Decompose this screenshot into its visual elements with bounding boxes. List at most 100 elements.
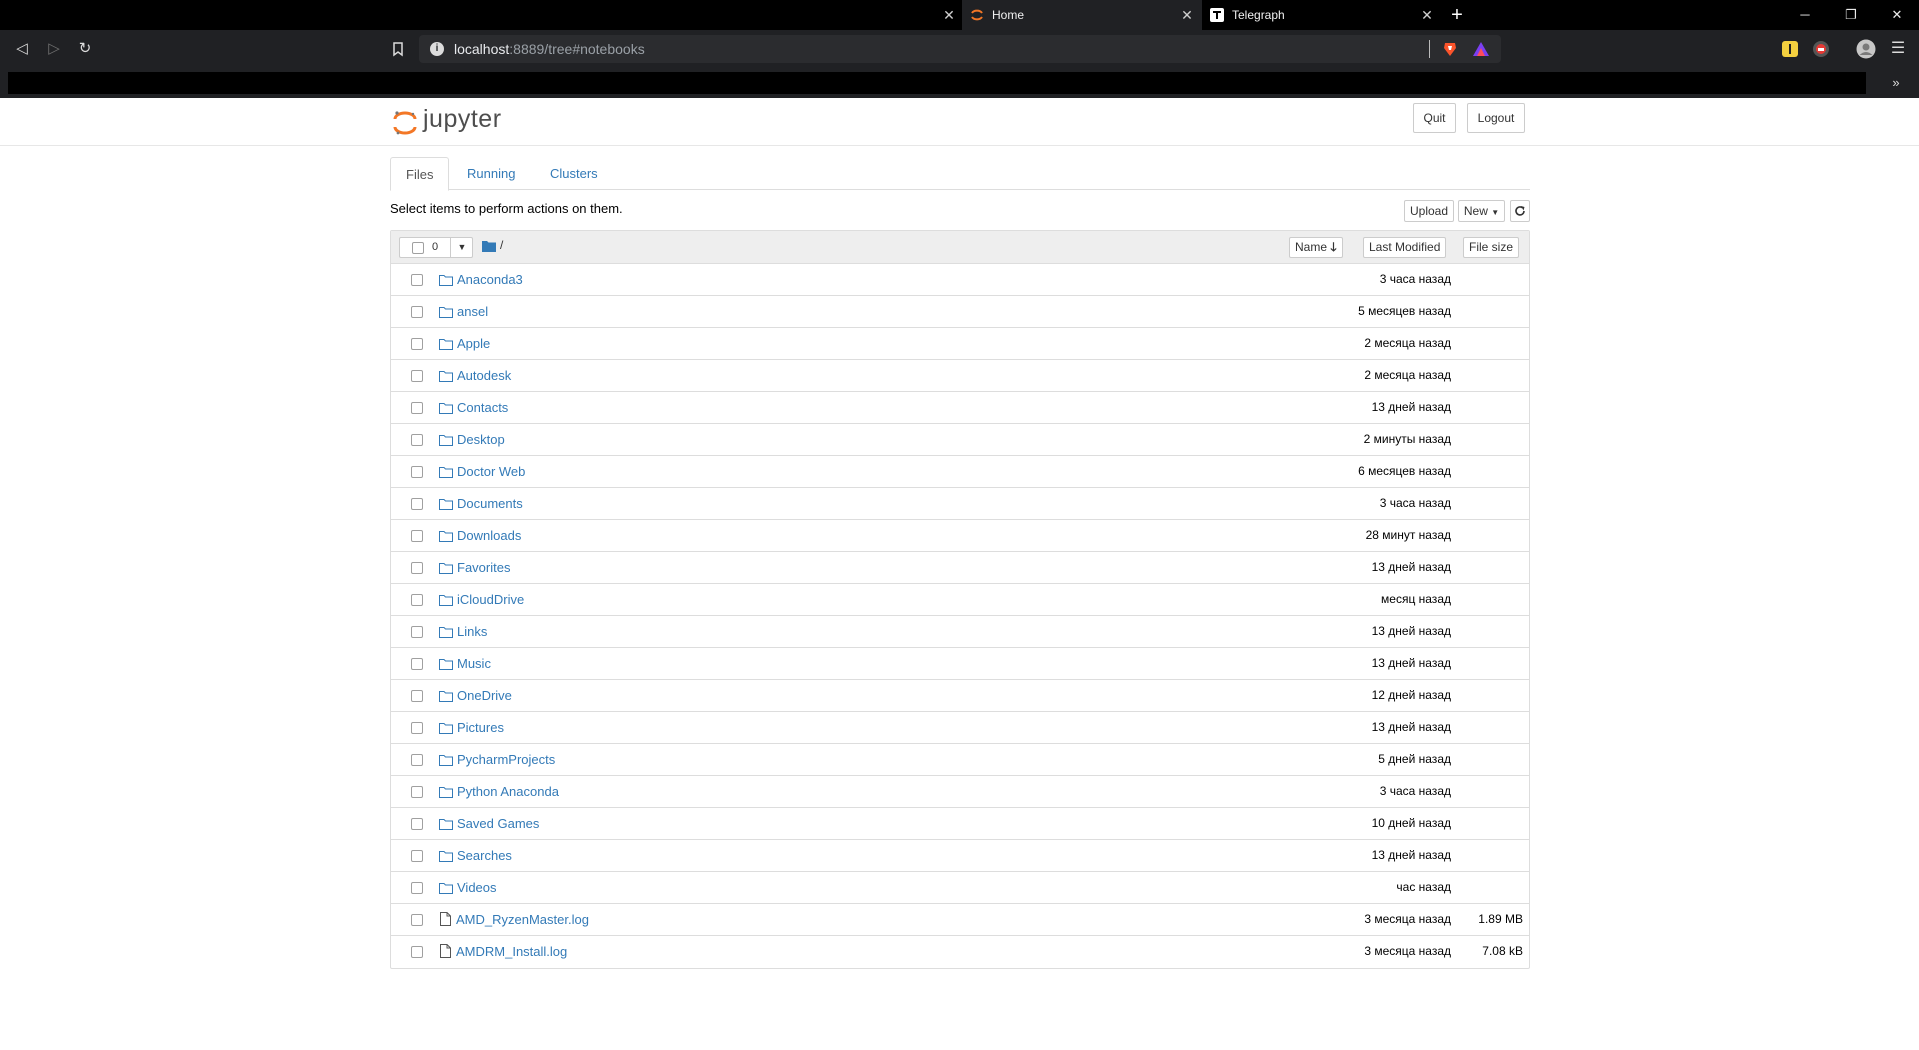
list-item[interactable]: PycharmProjects 5 дней назад xyxy=(391,744,1529,776)
extension-red-icon[interactable] xyxy=(1812,40,1830,58)
row-checkbox[interactable] xyxy=(411,658,423,670)
list-item[interactable]: Music 13 дней назад xyxy=(391,648,1529,680)
list-item[interactable]: Downloads 28 минут назад xyxy=(391,520,1529,552)
list-item[interactable]: AMD_RyzenMaster.log 3 месяца назад 1.89 MB xyxy=(391,904,1529,936)
brave-shields-icon[interactable] xyxy=(1441,40,1459,58)
folder-link[interactable]: Pictures xyxy=(457,720,504,735)
row-checkbox[interactable] xyxy=(411,562,423,574)
folder-link[interactable]: Desktop xyxy=(457,432,505,447)
tab-close-icon[interactable]: ✕ xyxy=(940,6,958,24)
extension-yellow-icon[interactable] xyxy=(1781,40,1799,58)
refresh-button[interactable] xyxy=(1510,200,1530,222)
row-checkbox[interactable] xyxy=(411,306,423,318)
row-checkbox[interactable] xyxy=(411,722,423,734)
list-item[interactable]: Contacts 13 дней назад xyxy=(391,392,1529,424)
logout-button[interactable]: Logout xyxy=(1467,103,1525,133)
upload-button[interactable]: Upload xyxy=(1404,200,1454,222)
tab-home[interactable]: Home ✕ xyxy=(962,0,1202,30)
list-item[interactable]: Searches 13 дней назад xyxy=(391,840,1529,872)
folder-link[interactable]: OneDrive xyxy=(457,688,512,703)
folder-link[interactable]: Autodesk xyxy=(457,368,511,383)
list-item[interactable]: AMDRM_Install.log 3 месяца назад 7.08 kB xyxy=(391,936,1529,968)
folder-link[interactable]: Python Anaconda xyxy=(457,784,559,799)
back-button[interactable]: ◁ xyxy=(11,38,33,60)
tab-files[interactable]: Files xyxy=(390,157,450,191)
folder-link[interactable]: ansel xyxy=(457,304,488,319)
tab-running[interactable]: Running xyxy=(452,157,530,190)
file-link[interactable]: AMDRM_Install.log xyxy=(456,944,567,959)
quit-button[interactable]: Quit xyxy=(1413,103,1456,133)
row-checkbox[interactable] xyxy=(411,466,423,478)
folder-link[interactable]: Apple xyxy=(457,336,490,351)
list-item[interactable]: Pictures 13 дней назад xyxy=(391,712,1529,744)
site-info-icon[interactable]: i xyxy=(430,42,444,56)
new-tab-button[interactable]: + xyxy=(1446,4,1468,26)
row-checkbox[interactable] xyxy=(411,338,423,350)
list-item[interactable]: iCloudDrive месяц назад xyxy=(391,584,1529,616)
address-bar[interactable]: i localhost:8889/tree#notebooks xyxy=(419,35,1501,63)
new-dropdown-button[interactable]: New ▼ xyxy=(1458,200,1505,222)
list-item[interactable]: OneDrive 12 дней назад xyxy=(391,680,1529,712)
restore-window-button[interactable]: ❐ xyxy=(1836,4,1866,26)
browser-menu-button[interactable]: ☰ xyxy=(1887,38,1909,60)
brave-rewards-icon[interactable] xyxy=(1472,40,1490,58)
folder-link[interactable]: Links xyxy=(457,624,487,639)
folder-link[interactable]: Music xyxy=(457,656,491,671)
row-checkbox[interactable] xyxy=(411,850,423,862)
row-checkbox[interactable] xyxy=(411,370,423,382)
row-checkbox[interactable] xyxy=(411,754,423,766)
folder-link[interactable]: Doctor Web xyxy=(457,464,525,479)
sort-by-size-button[interactable]: File size xyxy=(1463,237,1520,258)
folder-link[interactable]: Saved Games xyxy=(457,816,539,831)
profile-avatar-icon[interactable] xyxy=(1856,39,1876,59)
bookmark-icon[interactable] xyxy=(387,38,409,60)
row-checkbox[interactable] xyxy=(411,626,423,638)
row-checkbox[interactable] xyxy=(411,690,423,702)
forward-button[interactable]: ▷ xyxy=(43,38,65,60)
list-item[interactable]: Documents 3 часа назад xyxy=(391,488,1529,520)
row-checkbox[interactable] xyxy=(411,434,423,446)
minimize-window-button[interactable]: ─ xyxy=(1790,4,1820,26)
list-item[interactable]: ansel 5 месяцев назад xyxy=(391,296,1529,328)
folder-link[interactable]: Favorites xyxy=(457,560,510,575)
tab-close-icon[interactable]: ✕ xyxy=(1418,6,1436,24)
folder-link[interactable]: Contacts xyxy=(457,400,508,415)
row-checkbox[interactable] xyxy=(411,914,423,926)
folder-link[interactable]: Downloads xyxy=(457,528,521,543)
folder-link[interactable]: Anaconda3 xyxy=(457,272,523,287)
list-item[interactable]: Python Anaconda 3 часа назад xyxy=(391,776,1529,808)
folder-link[interactable]: iCloudDrive xyxy=(457,592,524,607)
list-item[interactable]: Saved Games 10 дней назад xyxy=(391,808,1529,840)
folder-link[interactable]: Documents xyxy=(457,496,523,511)
sort-by-modified-button[interactable]: Last Modified xyxy=(1363,237,1447,258)
breadcrumb[interactable]: / xyxy=(500,238,503,252)
tab-telegraph[interactable]: Telegraph ✕ xyxy=(1202,0,1442,30)
row-checkbox[interactable] xyxy=(411,594,423,606)
list-item[interactable]: Links 13 дней назад xyxy=(391,616,1529,648)
file-link[interactable]: AMD_RyzenMaster.log xyxy=(456,912,589,927)
folder-link[interactable]: Searches xyxy=(457,848,512,863)
folder-icon[interactable] xyxy=(482,240,496,252)
list-item[interactable]: Favorites 13 дней назад xyxy=(391,552,1529,584)
select-dropdown-button[interactable]: ▼ xyxy=(450,238,473,257)
reload-button[interactable]: ↻ xyxy=(74,38,96,60)
list-item[interactable]: Doctor Web 6 месяцев назад xyxy=(391,456,1529,488)
list-item[interactable]: Autodesk 2 месяца назад xyxy=(391,360,1529,392)
row-checkbox[interactable] xyxy=(411,402,423,414)
row-checkbox[interactable] xyxy=(411,946,423,958)
list-item[interactable]: Apple 2 месяца назад xyxy=(391,328,1529,360)
row-checkbox[interactable] xyxy=(411,818,423,830)
folder-link[interactable]: PycharmProjects xyxy=(457,752,555,767)
bookmarks-overflow-button[interactable]: » xyxy=(1886,72,1906,94)
list-item[interactable]: Anaconda3 3 часа назад xyxy=(391,264,1529,296)
folder-link[interactable]: Videos xyxy=(457,880,497,895)
sort-by-name-button[interactable]: Name 🡓 xyxy=(1289,237,1343,258)
tab-close-icon[interactable]: ✕ xyxy=(1178,6,1196,24)
select-all-group[interactable]: 0 ▼ xyxy=(399,237,473,258)
row-checkbox[interactable] xyxy=(411,786,423,798)
list-item[interactable]: Desktop 2 минуты назад xyxy=(391,424,1529,456)
row-checkbox[interactable] xyxy=(411,530,423,542)
row-checkbox[interactable] xyxy=(411,498,423,510)
close-window-button[interactable]: ✕ xyxy=(1882,4,1912,26)
row-checkbox[interactable] xyxy=(411,274,423,286)
